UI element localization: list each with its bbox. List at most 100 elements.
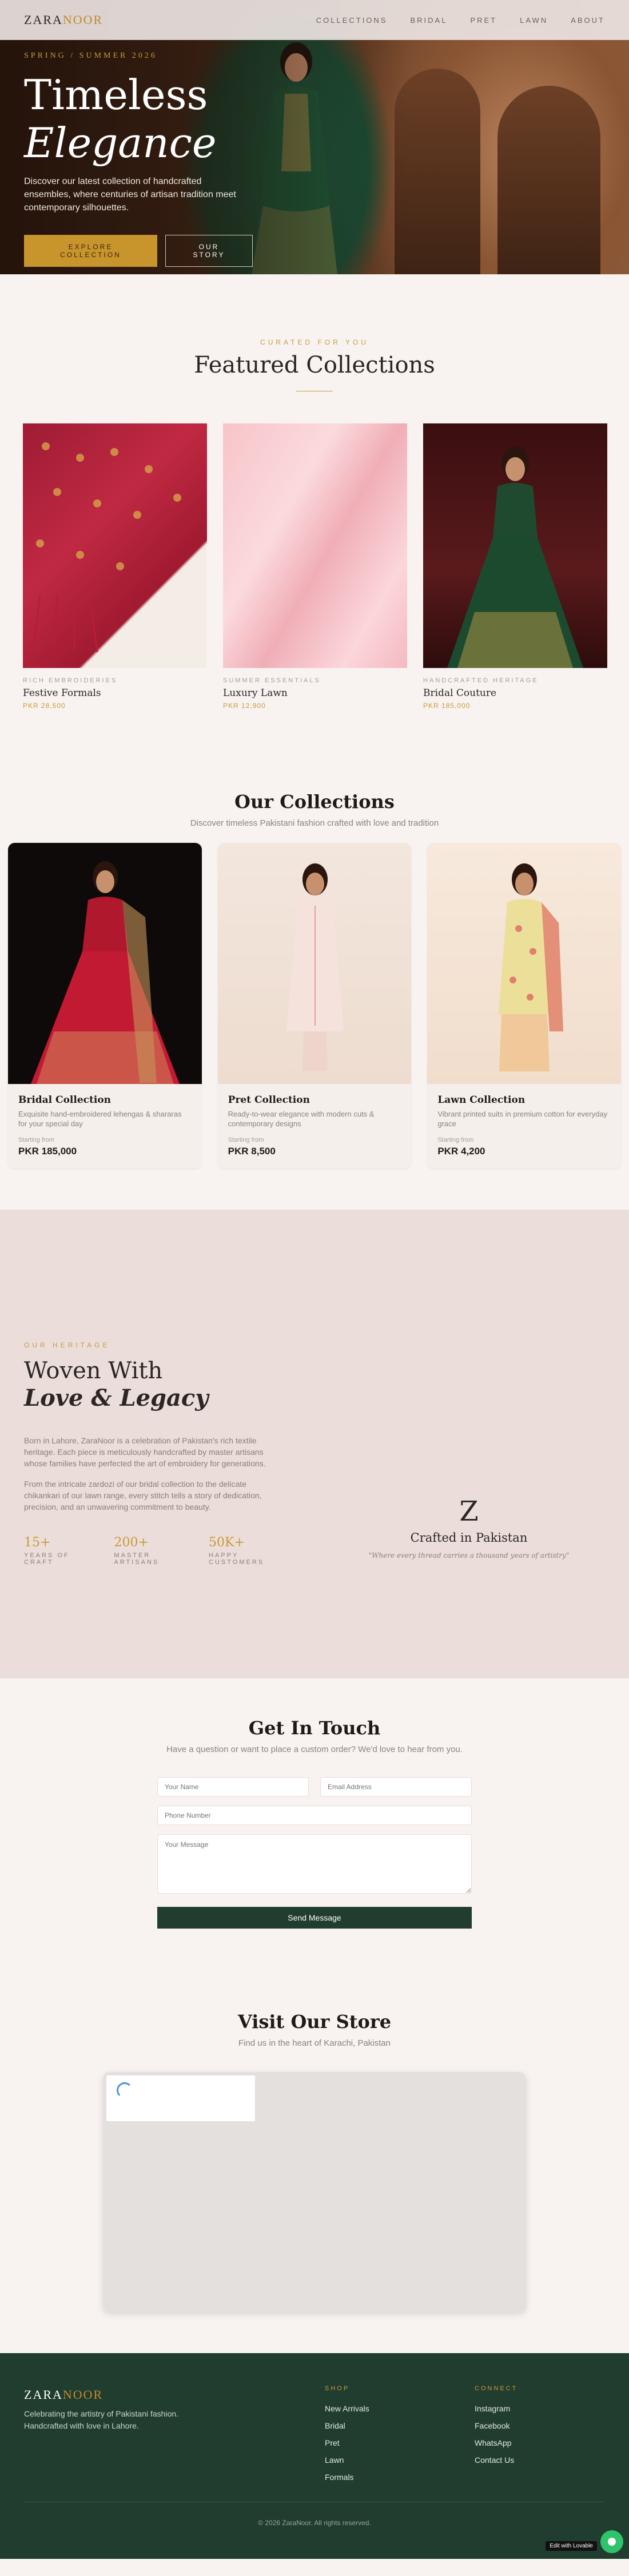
featured-name[interactable]: Festive Formals xyxy=(23,687,207,699)
brand-name-part2: NOOR xyxy=(62,13,103,27)
stat-label: HAPPY CUSTOMERS xyxy=(209,1552,265,1566)
nav-item-lawn[interactable]: LAWN xyxy=(520,16,548,25)
heritage-text: OUR HERITAGE Woven With Love & Legacy Bo… xyxy=(24,1341,276,1566)
featured-category: RICH EMBROIDERIES xyxy=(23,677,118,684)
footer-link[interactable]: Formals xyxy=(325,2469,369,2486)
stat-artisans: 200+ MASTER ARTISANS xyxy=(114,1535,178,1566)
edit-with-lovable-badge[interactable]: Edit with Lovable xyxy=(546,2541,597,2551)
collection-description: Vibrant printed suits in premium cotton … xyxy=(437,1110,608,1128)
collection-name: Pret Collection xyxy=(228,1094,310,1106)
heritage-title-line1: Woven With xyxy=(24,1358,163,1384)
heritage-paragraph: From the intricate zardozi of our bridal… xyxy=(24,1479,262,1511)
collection-card-bridal[interactable]: Bridal Collection Exquisite hand-embroid… xyxy=(8,843,202,1169)
stat-years: 15+ YEARS OF CRAFT xyxy=(24,1535,83,1566)
phone-field[interactable] xyxy=(157,1806,472,1825)
pret-collection-image[interactable] xyxy=(217,843,412,1084)
our-story-button[interactable]: OUR STORY xyxy=(165,235,253,267)
stat-value: 15+ xyxy=(24,1535,51,1550)
footer-connect-column: CONNECT Instagram Facebook WhatsApp Cont… xyxy=(475,2385,517,2469)
nav-item-pret[interactable]: PRET xyxy=(470,16,497,25)
heritage-eyebrow: OUR HERITAGE xyxy=(24,1341,110,1349)
lawn-collection-image[interactable] xyxy=(427,843,622,1084)
heritage-stats: 15+ YEARS OF CRAFT 200+ MASTER ARTISANS … xyxy=(24,1535,276,1566)
send-message-button[interactable]: Send Message xyxy=(157,1907,472,1929)
store-map[interactable] xyxy=(103,2072,526,2312)
nav-item-collections[interactable]: COLLECTIONS xyxy=(316,16,388,25)
heritage-title-line2: Love & Legacy xyxy=(24,1385,209,1411)
our-collections-section: Our Collections Discover timeless Pakist… xyxy=(0,761,629,1210)
chat-widget-icon[interactable] xyxy=(600,2530,623,2553)
featured-card-bridal[interactable]: HANDCRAFTED HERITAGE Bridal Couture PKR … xyxy=(423,423,607,710)
featured-grid: RICH EMBROIDERIES Festive Formals PKR 28… xyxy=(23,423,607,710)
bridal-couture-image[interactable] xyxy=(423,423,607,668)
collection-price: PKR 4,200 xyxy=(437,1146,485,1157)
name-field[interactable] xyxy=(157,1777,309,1797)
brand-name-part2: NOOR xyxy=(62,2387,103,2402)
nav-item-bridal[interactable]: BRIDAL xyxy=(410,16,447,25)
footer-link[interactable]: Instagram xyxy=(475,2400,517,2417)
footer-link[interactable]: Lawn xyxy=(325,2451,369,2469)
stat-customers: 50K+ HAPPY CUSTOMERS xyxy=(209,1535,276,1566)
collection-price: PKR 185,000 xyxy=(18,1146,77,1157)
hero-content: SPRING / SUMMER 2026 Timeless Elegance D… xyxy=(24,51,253,267)
footer-link[interactable]: Pret xyxy=(325,2434,369,2451)
featured-card-festive[interactable]: RICH EMBROIDERIES Festive Formals PKR 28… xyxy=(23,423,207,710)
nav-item-about[interactable]: ABOUT xyxy=(571,16,605,25)
featured-collections-section: CURATED FOR YOU Featured Collections RIC… xyxy=(0,274,629,761)
footer-link[interactable]: New Arrivals xyxy=(325,2400,369,2417)
contact-section: Get In Touch Have a question or want to … xyxy=(0,1678,629,1965)
collection-description: Exquisite hand-embroidered lehengas & sh… xyxy=(18,1110,182,1128)
featured-price: PKR 12,900 xyxy=(223,702,266,710)
stat-label: MASTER ARTISANS xyxy=(114,1552,160,1566)
footer-heading: SHOP xyxy=(325,2385,350,2392)
hero-eyebrow: SPRING / SUMMER 2026 xyxy=(24,51,157,60)
footer-brand-logo[interactable]: ZARANOOR xyxy=(24,2387,103,2402)
featured-name[interactable]: Bridal Couture xyxy=(423,687,607,699)
crafted-heading: Crafted in Pakistan xyxy=(410,1531,528,1545)
bridal-collection-image[interactable] xyxy=(8,843,202,1084)
heritage-emblem: Z Crafted in Pakistan "Where every threa… xyxy=(320,1495,618,1559)
store-subtitle: Find us in the heart of Karachi, Pakista… xyxy=(238,2038,391,2048)
footer-shop-column: SHOP New Arrivals Bridal Pret Lawn Forma… xyxy=(325,2385,369,2486)
brand-name-part1: ZARA xyxy=(24,13,63,27)
footer-link[interactable]: Contact Us xyxy=(475,2451,517,2469)
footer-link[interactable]: Bridal xyxy=(325,2417,369,2434)
featured-price: PKR 185,000 xyxy=(423,702,471,710)
stat-label: YEARS OF CRAFT xyxy=(24,1552,70,1566)
brand-name-part1: ZARA xyxy=(24,2387,63,2402)
monogram-logo: Z xyxy=(459,1495,479,1527)
collection-card-lawn[interactable]: Lawn Collection Vibrant printed suits in… xyxy=(427,843,622,1169)
starting-from-label: Starting from xyxy=(437,1137,474,1143)
hero-description: Discover our latest collection of handcr… xyxy=(24,177,236,213)
contact-title: Get In Touch xyxy=(248,1717,381,1739)
footer-heading: CONNECT xyxy=(475,2385,518,2392)
message-field[interactable] xyxy=(157,1834,472,1894)
footer-link[interactable]: WhatsApp xyxy=(475,2434,517,2451)
map-info-card xyxy=(106,2075,255,2121)
featured-card-lawn[interactable]: SUMMER ESSENTIALS Luxury Lawn PKR 12,900 xyxy=(223,423,407,710)
featured-eyebrow: CURATED FOR YOU xyxy=(260,338,369,346)
explore-collection-button[interactable]: EXPLORE COLLECTION xyxy=(24,235,158,267)
hero-section: SPRING / SUMMER 2026 Timeless Elegance D… xyxy=(0,0,629,274)
festive-formals-image[interactable] xyxy=(23,423,207,668)
featured-price: PKR 28,500 xyxy=(23,702,66,710)
collections-grid: Bridal Collection Exquisite hand-embroid… xyxy=(8,843,622,1169)
collection-card-pret[interactable]: Pret Collection Ready-to-wear elegance w… xyxy=(217,843,412,1169)
featured-name[interactable]: Luxury Lawn xyxy=(223,687,407,699)
starting-from-label: Starting from xyxy=(18,1137,54,1143)
footer-link[interactable]: Facebook xyxy=(475,2417,517,2434)
top-navigation: ZARANOOR COLLECTIONS BRIDAL PRET LAWN AB… xyxy=(0,0,629,40)
stat-value: 200+ xyxy=(114,1535,149,1550)
brand-logo[interactable]: ZARANOOR xyxy=(24,13,103,27)
featured-title: Featured Collections xyxy=(194,352,435,378)
nav-menu: COLLECTIONS BRIDAL PRET LAWN ABOUT xyxy=(316,16,605,25)
collection-price: PKR 8,500 xyxy=(228,1146,276,1157)
hero-buttons: EXPLORE COLLECTION OUR STORY xyxy=(24,235,253,267)
luxury-lawn-image[interactable] xyxy=(223,423,407,668)
collection-description: Ready-to-wear elegance with modern cuts … xyxy=(228,1110,375,1128)
heritage-section: OUR HERITAGE Woven With Love & Legacy Bo… xyxy=(0,1210,629,1678)
hero-title-line1: Timeless xyxy=(24,71,208,119)
featured-category: SUMMER ESSENTIALS xyxy=(223,677,321,684)
email-field[interactable] xyxy=(320,1777,472,1797)
collections-title: Our Collections xyxy=(234,791,395,813)
